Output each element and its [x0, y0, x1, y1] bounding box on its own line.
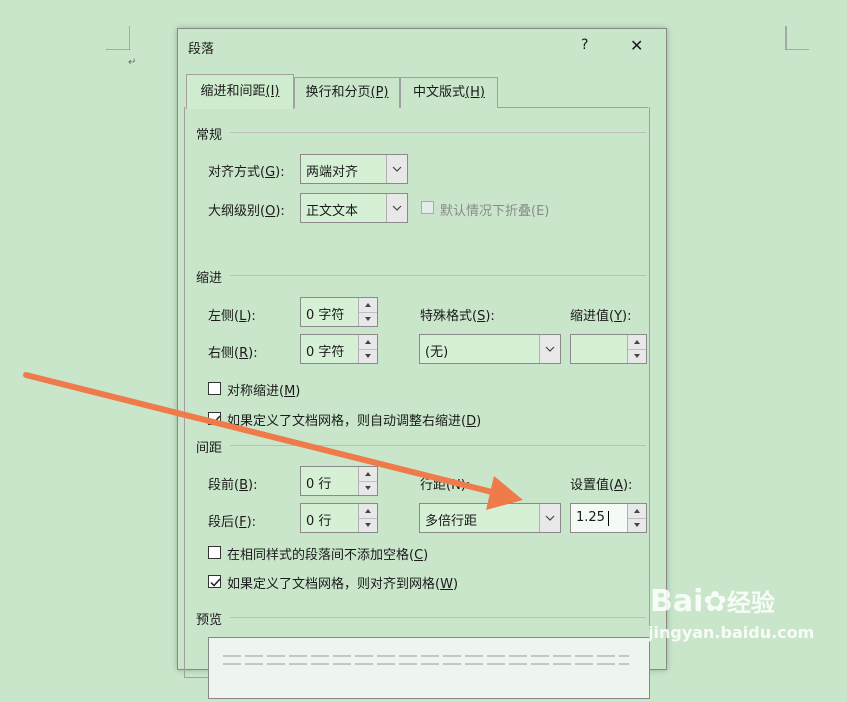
watermark-url: jingyan.baidu.com — [648, 623, 815, 642]
watermark-brand-tail: 经验 — [726, 589, 775, 617]
annotation-arrow-icon — [23, 372, 523, 510]
watermark: Bai✿经验 — [650, 583, 775, 619]
paw-icon: ✿ — [703, 585, 727, 618]
watermark-brand: Bai — [650, 584, 704, 619]
